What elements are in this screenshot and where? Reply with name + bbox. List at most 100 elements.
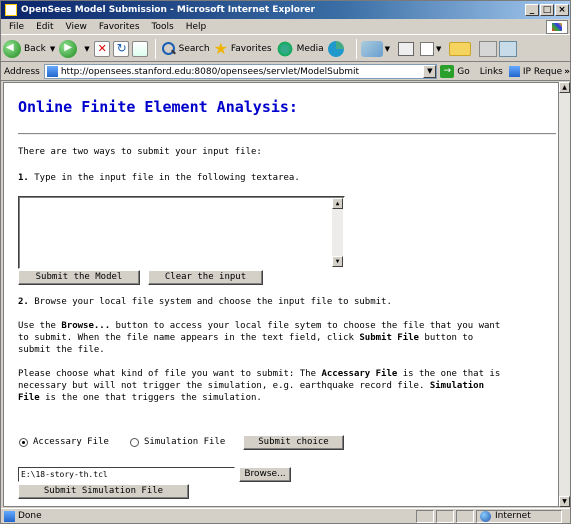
- browse-instructions-line3: submit the file.: [18, 345, 105, 355]
- scroll-up-arrow-icon[interactable]: ▲: [559, 82, 570, 93]
- page-content: Online Finite Element Analysis: There ar…: [3, 82, 559, 507]
- address-input[interactable]: http://opensees.stanford.edu:8080/opense…: [43, 64, 438, 79]
- forward-button[interactable]: [59, 39, 80, 58]
- minimize-button[interactable]: _: [525, 4, 539, 16]
- search-button[interactable]: Search: [160, 41, 210, 57]
- page-icon: [46, 66, 58, 77]
- status-bar: Done Internet: [1, 508, 570, 523]
- folder-icon: [449, 41, 472, 56]
- star-icon: ★: [213, 39, 228, 58]
- favorites-label: Favorites: [230, 43, 272, 54]
- forward-dropdown-icon[interactable]: ▼: [84, 45, 89, 53]
- page-done-icon: [4, 510, 15, 522]
- text-span: is the one that triggers the simulation.: [39, 393, 262, 403]
- page-scrollbar[interactable]: ▲ ▼: [559, 82, 570, 507]
- text-span: is the one that is: [397, 369, 501, 379]
- step2-number: 2.: [18, 297, 29, 307]
- mail-dropdown-icon: ▼: [384, 44, 390, 53]
- links-label[interactable]: Links: [480, 67, 503, 77]
- address-dropdown-icon[interactable]: ▼: [423, 65, 437, 78]
- menu-bar: File Edit View Favorites Tools Help: [1, 19, 570, 35]
- link-page-icon: [508, 66, 520, 77]
- menu-view[interactable]: View: [60, 22, 93, 32]
- go-label: Go: [457, 66, 470, 77]
- edit-dropdown-icon: ▼: [435, 44, 442, 53]
- media-label: Media: [296, 43, 324, 54]
- refresh-icon[interactable]: [112, 40, 129, 57]
- print-button[interactable]: [397, 41, 416, 56]
- file-kind-line2: necessary but will not trigger the simul…: [18, 380, 484, 392]
- go-button[interactable]: → Go: [440, 65, 470, 78]
- close-button[interactable]: ×: [555, 4, 569, 16]
- accessary-file-label[interactable]: Accessary File: [33, 437, 109, 447]
- scroll-down-arrow-icon[interactable]: ▼: [332, 256, 343, 267]
- back-dropdown-icon[interactable]: ▼: [50, 45, 55, 53]
- address-url: http://opensees.stanford.edu:8080/opense…: [60, 66, 360, 77]
- title-bar: OpenSees Model Submission - Microsoft In…: [1, 1, 570, 19]
- browse-instructions-line2: to submit. When the file name appears in…: [18, 332, 473, 344]
- page-title: Online Finite Element Analysis:: [18, 98, 298, 116]
- status-pane: [456, 509, 474, 523]
- security-zone: Internet: [476, 509, 562, 523]
- text-span: button to access your local file sytem t…: [110, 321, 501, 331]
- mail-icon: [360, 40, 383, 57]
- favorites-button[interactable]: ★ Favorites: [214, 39, 272, 58]
- textarea-scrollbar[interactable]: ▲ ▼: [332, 198, 343, 267]
- back-label: Back: [24, 43, 46, 54]
- maximize-button[interactable]: □: [540, 4, 554, 16]
- mail-button[interactable]: ▼: [360, 40, 394, 57]
- intro-text: There are two ways to submit your input …: [18, 147, 262, 157]
- media-icon: [275, 40, 294, 57]
- links-more-chevron[interactable]: »: [564, 67, 570, 77]
- submit-simulation-file-button[interactable]: Submit Simulation File: [18, 484, 189, 499]
- step2-text: 2. Browse your local file system and cho…: [18, 296, 392, 308]
- status-text: Done: [18, 511, 42, 521]
- discuss-icon: [479, 40, 498, 57]
- file-kind-line1: Please choose what kind of file you want…: [18, 368, 500, 380]
- file-kind-line3: File is the one that triggers the simula…: [18, 392, 262, 404]
- menu-help[interactable]: Help: [180, 22, 213, 32]
- menu-file[interactable]: File: [3, 22, 30, 32]
- status-pane: [416, 509, 434, 523]
- toolbar-separator: [355, 38, 357, 59]
- step2-description: Browse your local file system and choose…: [28, 297, 392, 307]
- file-path-input[interactable]: E:\18-story-th.tcl: [18, 467, 235, 482]
- back-button[interactable]: Back: [3, 39, 46, 58]
- submit-file-keyword: Submit File: [359, 333, 419, 343]
- simulation-file-label[interactable]: Simulation File: [144, 437, 225, 447]
- menu-edit[interactable]: Edit: [30, 22, 59, 32]
- messenger-icon: [499, 40, 518, 57]
- edit-button[interactable]: ▼: [419, 41, 445, 56]
- scroll-down-arrow-icon[interactable]: ▼: [559, 496, 570, 507]
- globe-icon: [480, 510, 491, 522]
- text-span: necessary but will not trigger the simul…: [18, 381, 430, 391]
- home-icon[interactable]: [131, 40, 148, 57]
- file-keyword: File: [18, 393, 40, 403]
- messenger-button[interactable]: [479, 40, 518, 57]
- edit-icon: [419, 41, 434, 56]
- input-file-textarea[interactable]: ▲ ▼: [18, 196, 345, 269]
- submit-model-button[interactable]: Submit the Model: [18, 270, 140, 285]
- media-button[interactable]: Media: [275, 40, 324, 57]
- submit-choice-button[interactable]: Submit choice: [243, 435, 344, 450]
- link-ip-request[interactable]: IP Reque: [523, 67, 562, 77]
- step1-text: 1. Type in the input file in the followi…: [18, 172, 300, 184]
- menu-favorites[interactable]: Favorites: [93, 22, 146, 32]
- history-button[interactable]: [327, 40, 348, 57]
- scroll-up-arrow-icon[interactable]: ▲: [332, 198, 343, 209]
- clear-input-button[interactable]: Clear the input: [148, 270, 263, 285]
- folder-button[interactable]: [449, 41, 475, 56]
- simulation-keyword: Simulation: [429, 381, 484, 391]
- step1-number: 1.: [18, 173, 29, 183]
- browse-keyword: Browse...: [61, 321, 111, 331]
- stop-icon[interactable]: [93, 40, 110, 57]
- search-icon: [160, 41, 176, 57]
- text-span: Use the: [18, 321, 62, 331]
- toolbar: Back ▼ ▼ Search ★ Favorites Media ▼: [1, 36, 570, 62]
- accessary-file-radio[interactable]: [19, 438, 28, 447]
- text-span: button to: [418, 333, 474, 343]
- menu-tools[interactable]: Tools: [146, 22, 180, 32]
- windows-logo-icon: [546, 19, 568, 34]
- browse-button[interactable]: Browse...: [239, 467, 291, 482]
- simulation-file-radio[interactable]: [130, 438, 139, 447]
